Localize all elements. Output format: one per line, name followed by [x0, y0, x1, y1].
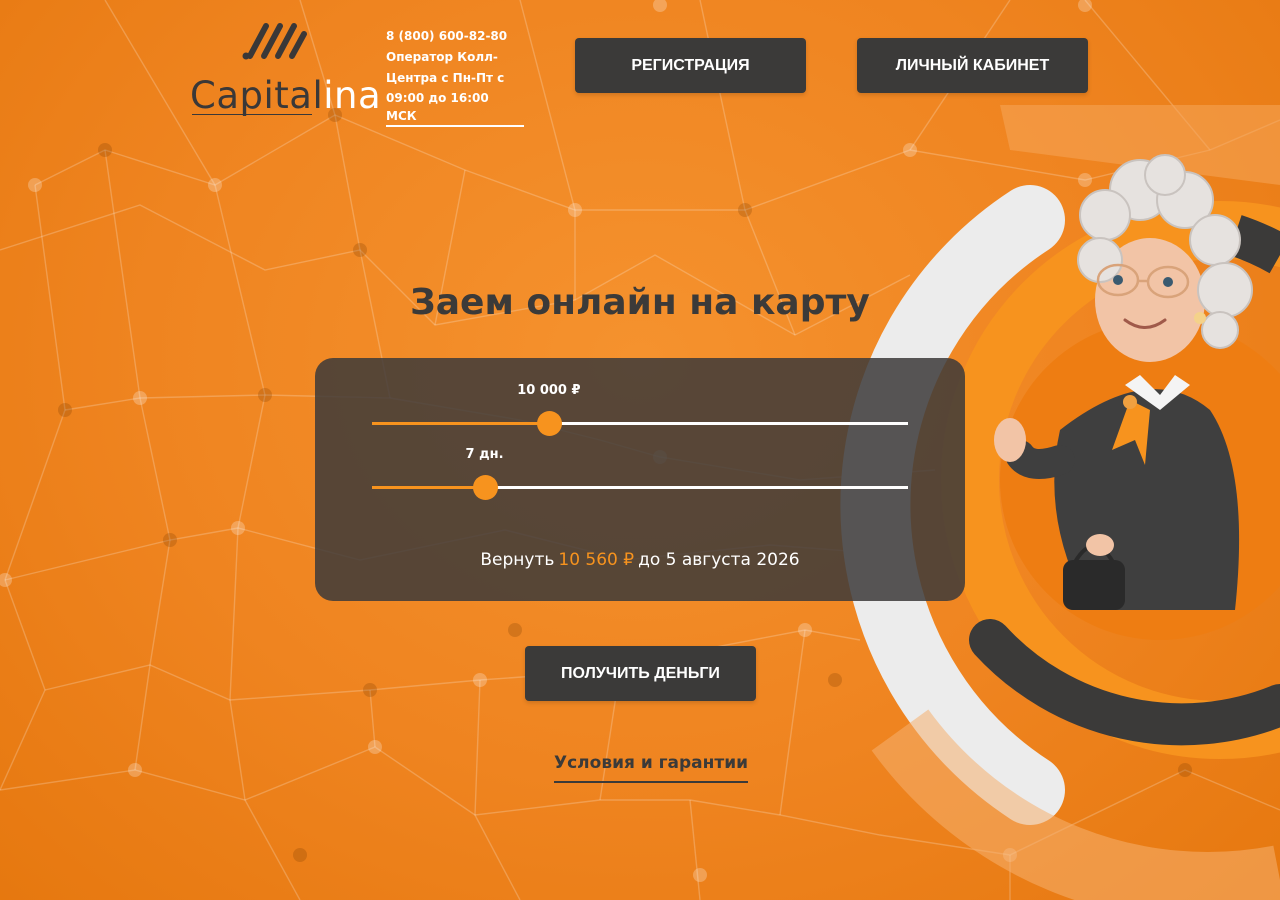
amount-slider-fill	[372, 422, 549, 425]
term-slider[interactable]: 7 дн.	[372, 447, 908, 501]
capitalina-logo[interactable]: Capitalina	[190, 20, 381, 120]
logo-text: Capitalina	[190, 74, 382, 117]
repayment-date: до 5 августа 2026	[638, 550, 800, 570]
term-slider-thumb[interactable]	[472, 475, 498, 500]
repayment-summary: Вернуть 10 560 ₽ до 5 августа 2026	[315, 550, 965, 570]
amount-slider[interactable]: 10 000 ₽	[372, 383, 908, 437]
terms-link[interactable]: Условия и гарантии	[554, 753, 749, 783]
phone-number[interactable]: 8 (800) 600-82-80	[386, 26, 524, 47]
amount-slider-thumb[interactable]	[536, 411, 562, 436]
operator-line-2: Центра с Пн-Пт с	[386, 71, 505, 85]
operator-hours: 09:00 до 16:00 МСК	[386, 89, 524, 127]
page-title: Заем онлайн на карту	[410, 282, 870, 323]
contact-info: 8 (800) 600-82-80 Оператор Колл- Центра …	[386, 26, 524, 127]
operator-line-1: Оператор Колл-	[386, 50, 498, 64]
term-value: 7 дн.	[465, 447, 504, 462]
repayment-amount: 10 560 ₽	[558, 550, 635, 570]
logo-underline	[192, 114, 312, 115]
amount-value: 10 000 ₽	[517, 383, 581, 398]
term-slider-fill	[372, 486, 485, 489]
get-money-button[interactable]: ПОЛУЧИТЬ ДЕНЬГИ	[525, 646, 756, 701]
logo-mark-icon	[242, 23, 307, 60]
loan-calculator: 10 000 ₽ 7 дн. Вернуть 10 560 ₽ до 5 авгус…	[315, 358, 965, 601]
personal-cabinet-button[interactable]: ЛИЧНЫЙ КАБИНЕТ	[857, 38, 1088, 93]
register-button[interactable]: РЕГИСТРАЦИЯ	[575, 38, 806, 93]
repayment-prefix: Вернуть	[480, 550, 555, 570]
